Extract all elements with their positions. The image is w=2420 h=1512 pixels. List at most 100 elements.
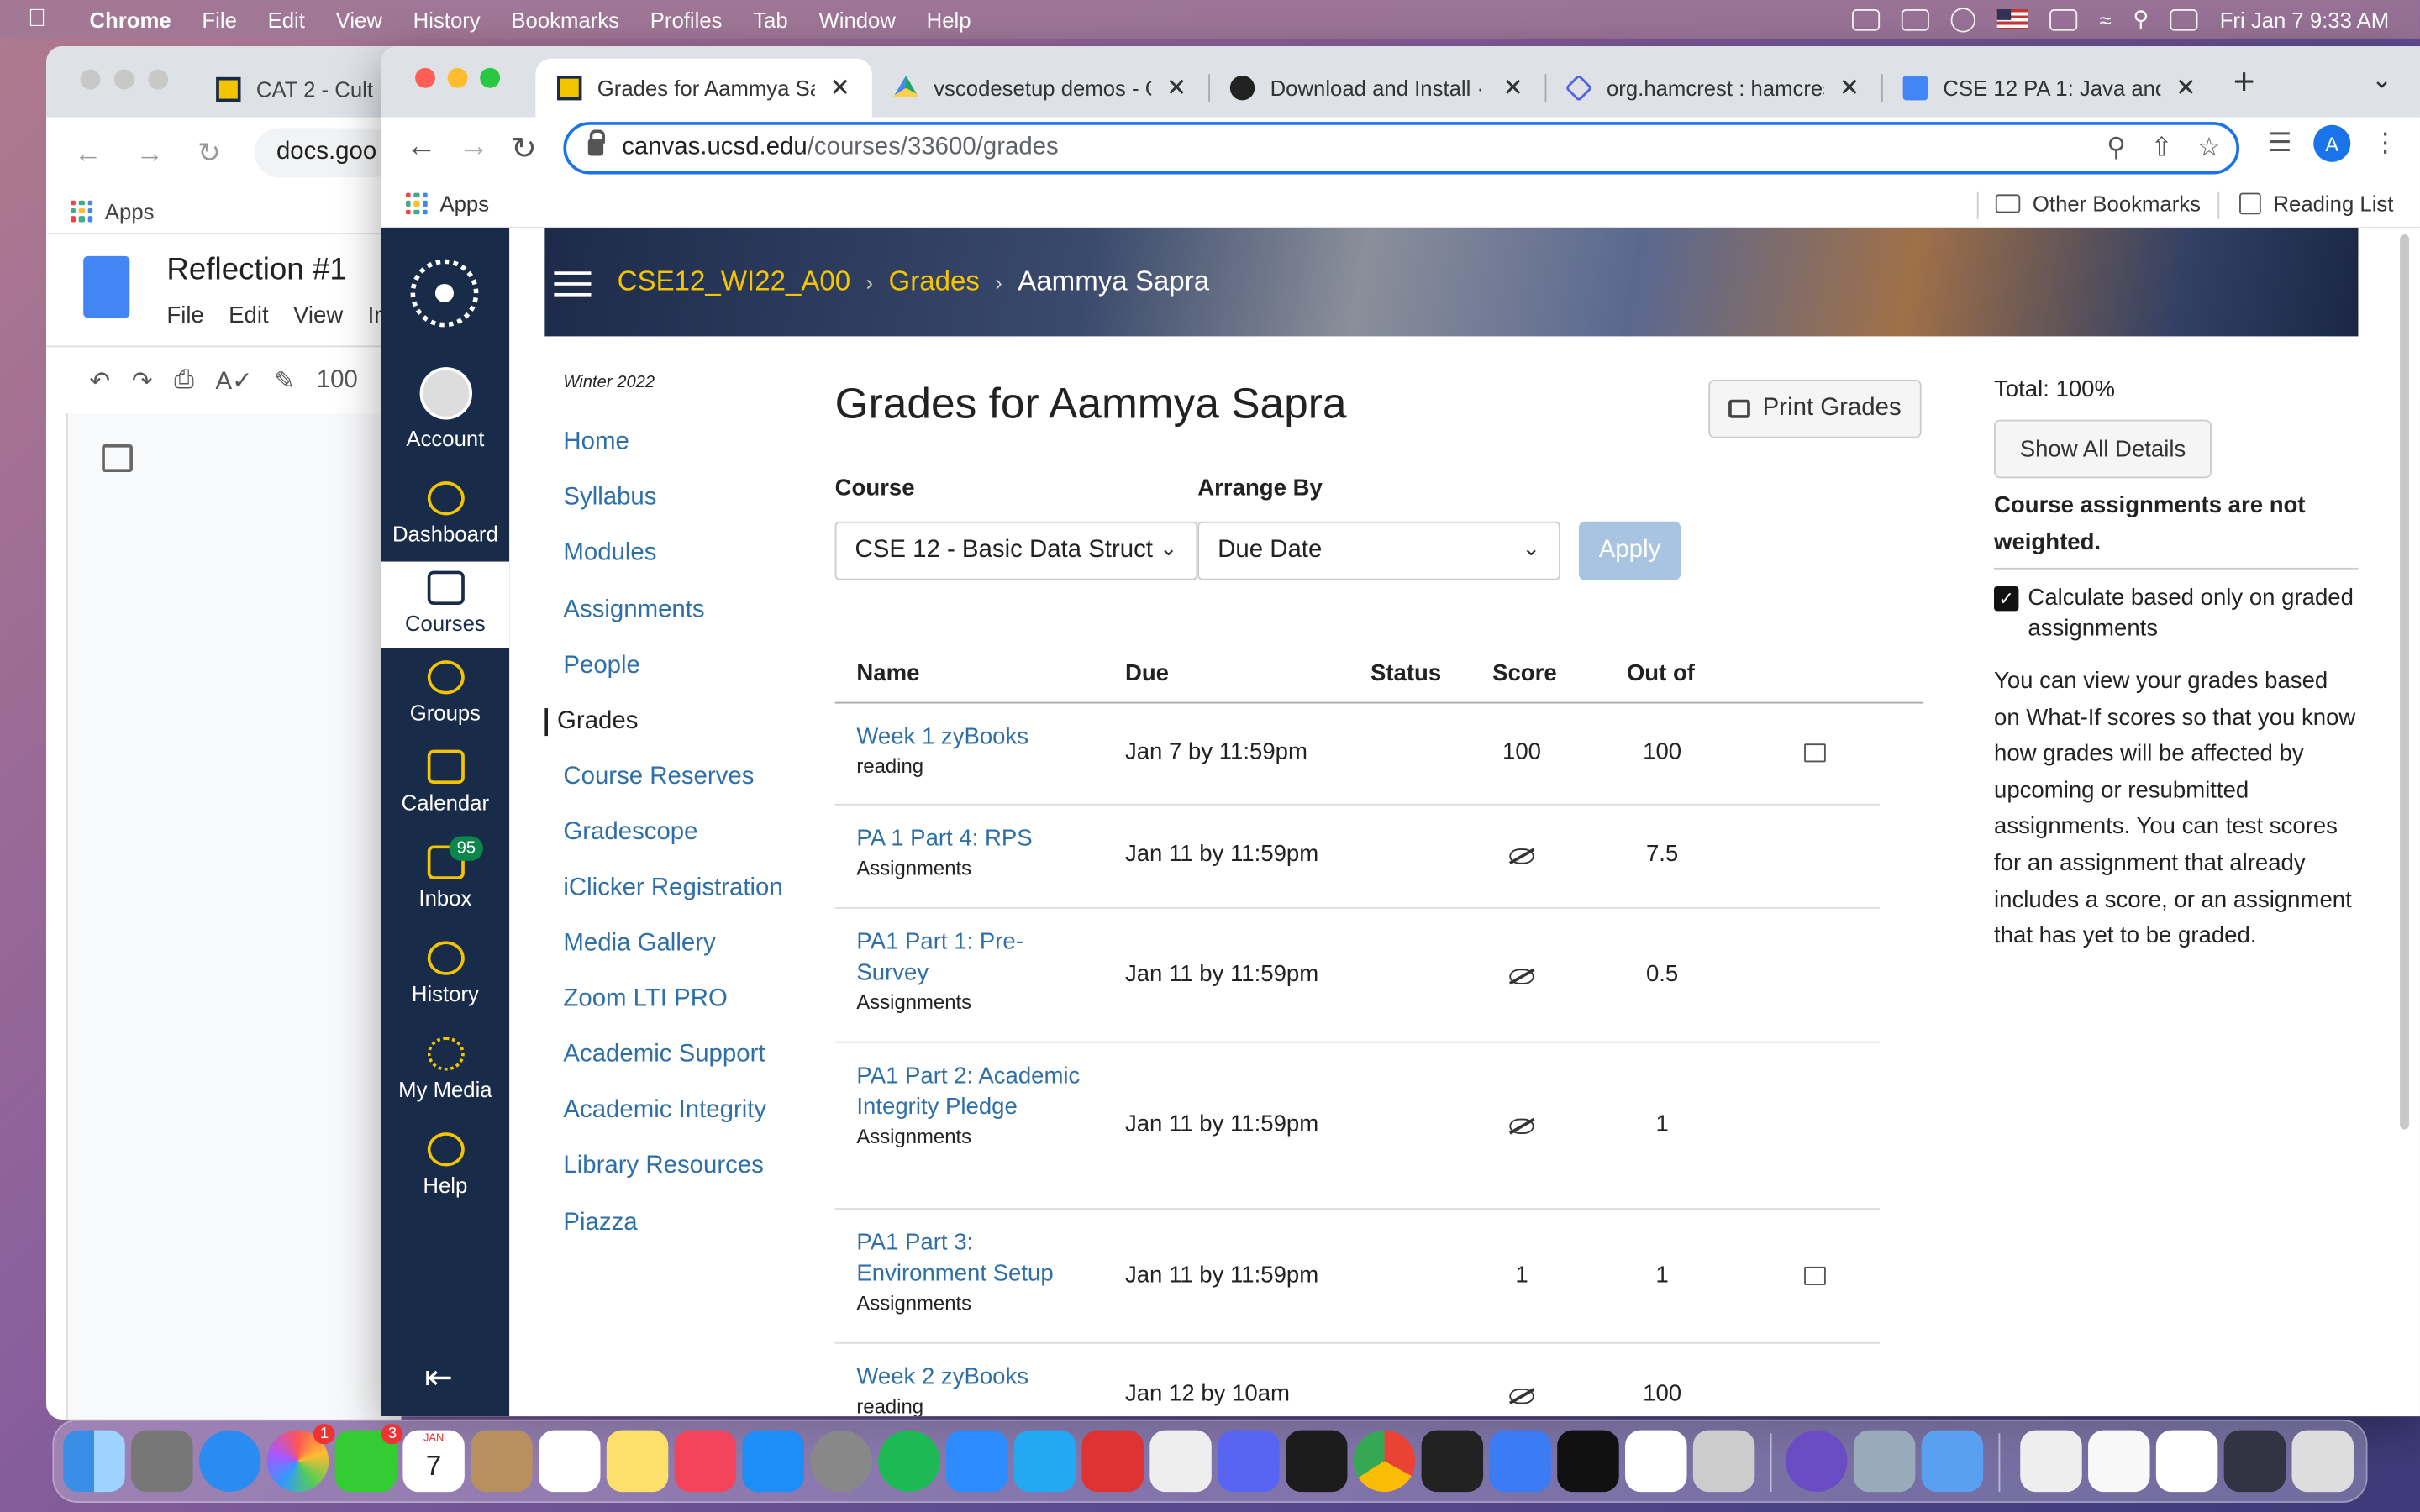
input-source-flag-icon[interactable]	[1997, 9, 2029, 29]
close-tab-icon[interactable]: ✕	[1166, 72, 1187, 103]
zoom-field[interactable]: 100	[317, 366, 358, 394]
undo-icon[interactable]: ↶	[90, 365, 111, 396]
close-tab-icon[interactable]: ✕	[1839, 72, 1860, 103]
forward-arrow-icon[interactable]: →	[458, 129, 489, 165]
gnav-calendar[interactable]: Calendar	[381, 749, 509, 815]
screenshot-stack-icon[interactable]	[2223, 1430, 2286, 1493]
assignment-link[interactable]: PA 1 Part 4: RPS	[856, 824, 1088, 855]
notes-icon[interactable]	[606, 1430, 669, 1493]
terminal-icon[interactable]	[1421, 1430, 1484, 1493]
launchpad-icon[interactable]	[131, 1430, 193, 1493]
slack-icon[interactable]	[1625, 1430, 1687, 1493]
course-nav-academic-support[interactable]: Academic Support	[554, 1042, 765, 1069]
app-store-icon[interactable]	[742, 1430, 804, 1493]
tab-download-install[interactable]: Download and Install · j ✕	[1208, 59, 1544, 118]
gnav-account[interactable]: Account	[381, 367, 509, 450]
safari-icon[interactable]	[198, 1430, 261, 1493]
profile-avatar-icon[interactable]: A	[2313, 124, 2351, 162]
other-bookmarks[interactable]: Other Bookmarks	[1995, 192, 2201, 216]
document-outline-icon[interactable]	[102, 444, 133, 473]
course-nav-home[interactable]: Home	[554, 429, 629, 457]
chrome-icon[interactable]	[1353, 1430, 1416, 1493]
trash-icon[interactable]	[2291, 1430, 2354, 1493]
reload-icon[interactable]: ↻	[511, 129, 537, 168]
menu-clock[interactable]: Fri Jan 7 9:33 AM	[2220, 7, 2390, 31]
gnav-groups[interactable]: Groups	[381, 660, 509, 725]
print-icon[interactable]: ⎙	[174, 366, 194, 394]
menu-bookmarks[interactable]: Bookmarks	[511, 7, 619, 31]
bg-zoom-light-icon[interactable]	[148, 69, 169, 90]
textedit-icon[interactable]	[1150, 1430, 1212, 1493]
discord-icon[interactable]	[1218, 1430, 1280, 1493]
bg-forward-icon[interactable]: →	[136, 137, 164, 170]
photos-icon[interactable]: 1	[266, 1424, 335, 1493]
doc-title[interactable]: Reflection #1	[166, 253, 346, 288]
mail-icon[interactable]	[1921, 1430, 1984, 1493]
gmail-status-icon[interactable]	[1902, 8, 1930, 30]
imovie-icon[interactable]	[1786, 1430, 1848, 1493]
score-value[interactable]: 1	[1483, 1262, 1560, 1288]
bg-tab[interactable]: CAT 2 - Cult	[216, 61, 373, 117]
redo-icon[interactable]: ↷	[132, 365, 153, 396]
reminders-icon[interactable]	[539, 1430, 601, 1493]
score-cell[interactable]	[1483, 1384, 1560, 1410]
clion-icon[interactable]	[1285, 1430, 1348, 1493]
apps-bookmark[interactable]: Apps	[406, 192, 489, 216]
gnav-inbox[interactable]: 95 Inbox	[381, 836, 509, 911]
gnav-my-media[interactable]: My Media	[381, 1037, 509, 1101]
chrome-menu-kebab-icon[interactable]: ⋮	[2372, 128, 2398, 159]
menu-view[interactable]: View	[336, 7, 382, 31]
collapse-nav-arrow-icon[interactable]: ⇤	[424, 1357, 453, 1398]
menu-window[interactable]: Window	[818, 7, 895, 31]
paint-format-icon[interactable]: ✎	[274, 365, 295, 396]
share-icon[interactable]: ⇧	[2150, 133, 2172, 164]
assignment-link[interactable]: PA1 Part 1: Pre-Survey	[856, 927, 1088, 989]
back-arrow-icon[interactable]: ←	[406, 129, 437, 165]
gnav-history[interactable]: History	[381, 941, 509, 1006]
play-status-icon[interactable]	[1951, 7, 1976, 32]
close-tab-icon[interactable]: ✕	[2175, 72, 2196, 103]
menu-tab[interactable]: Tab	[753, 7, 787, 31]
gnav-dashboard[interactable]: Dashboard	[381, 481, 509, 546]
page-scrollbar[interactable]	[2396, 228, 2412, 1154]
bg-url-field[interactable]: docs.goo	[255, 128, 398, 178]
assignment-link[interactable]: Week 2 zyBooks	[856, 1362, 1088, 1394]
apple-menu-icon[interactable]: 	[28, 5, 61, 33]
print-grades-button[interactable]: Print Grades	[1708, 379, 1922, 438]
acrobat-icon[interactable]	[1081, 1430, 1144, 1493]
menu-edit[interactable]: Edit	[268, 7, 305, 31]
coffee-app-icon[interactable]	[2020, 1430, 2082, 1493]
docs-menu-edit[interactable]: Edit	[229, 302, 268, 328]
course-select[interactable]: CSE 12 - Basic Data Struct ⌄	[834, 521, 1198, 580]
spotify-icon[interactable]	[878, 1430, 940, 1493]
spellcheck-icon[interactable]: A✓	[215, 365, 252, 396]
minimize-window-icon[interactable]	[447, 67, 468, 88]
menu-file[interactable]: File	[202, 7, 236, 31]
bg-apps-link[interactable]: Apps	[105, 198, 155, 223]
score-cell[interactable]	[1483, 964, 1560, 990]
breadcrumb-grades-link[interactable]: Grades	[889, 265, 980, 298]
what-if-revert-icon[interactable]	[1804, 1266, 1826, 1285]
assignment-link[interactable]: Week 1 zyBooks	[856, 722, 1088, 753]
arrange-by-select[interactable]: Due Date ⌄	[1197, 521, 1560, 580]
bg-minimize-light-icon[interactable]	[113, 69, 134, 90]
course-nav-course-reserves[interactable]: Course Reserves	[554, 764, 754, 791]
course-nav-modules[interactable]: Modules	[554, 540, 656, 568]
col-due[interactable]: Due	[1125, 660, 1169, 686]
address-bar[interactable]: canvas.ucsd.edu/courses/33600/grades ⚲ ⇧…	[563, 122, 2240, 175]
facetime-icon[interactable]: 3	[334, 1424, 403, 1493]
ucsd-canvas-logo-icon[interactable]	[410, 259, 479, 328]
media-queue-icon[interactable]: ☰	[2268, 128, 2291, 159]
tab-vscodesetup[interactable]: vscodesetup demos - G ✕	[872, 59, 1208, 118]
lock-icon[interactable]	[587, 129, 605, 156]
downloads-stack-icon[interactable]	[2088, 1430, 2150, 1493]
menu-profiles[interactable]: Profiles	[650, 7, 723, 31]
bg-close-light-icon[interactable]	[80, 69, 101, 90]
zoom-icon[interactable]	[945, 1430, 1008, 1493]
assignment-link[interactable]: PA1 Part 2: Academic Integrity Pledge	[856, 1062, 1088, 1123]
docs-menu-view[interactable]: View	[293, 302, 343, 328]
score-cell[interactable]	[1483, 1114, 1560, 1140]
course-nav-people[interactable]: People	[554, 653, 640, 680]
breadcrumb-course-link[interactable]: CSE12_WI22_A00	[618, 265, 851, 298]
score-cell[interactable]	[1483, 844, 1560, 870]
